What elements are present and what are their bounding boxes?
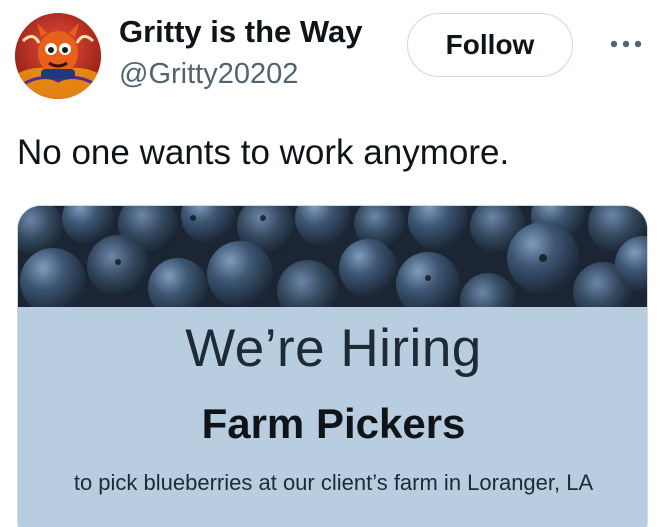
ad-subheadline: Farm Pickers — [201, 400, 466, 447]
tweet-media-image[interactable]: We’re Hiring Farm Pickers to pick bluebe… — [17, 205, 648, 527]
tweet-text: No one wants to work anymore. — [17, 133, 510, 172]
avatar[interactable] — [15, 13, 101, 99]
author-display-name[interactable]: Gritty is the Way — [119, 14, 362, 50]
author-handle[interactable]: @Gritty20202 — [119, 58, 298, 91]
tweet-card: Gritty is the Way @Gritty20202 Follow No… — [0, 0, 665, 527]
ad-description: to pick blueberries at our client’s farm… — [73, 470, 594, 495]
blueberries-photo — [18, 206, 647, 307]
follow-button[interactable]: Follow — [407, 13, 573, 77]
ad-headline: We’re Hiring — [185, 319, 482, 378]
gritty-mascot-avatar-icon — [15, 13, 101, 99]
more-horizontal-icon — [610, 40, 642, 48]
more-options-button[interactable] — [604, 28, 648, 60]
